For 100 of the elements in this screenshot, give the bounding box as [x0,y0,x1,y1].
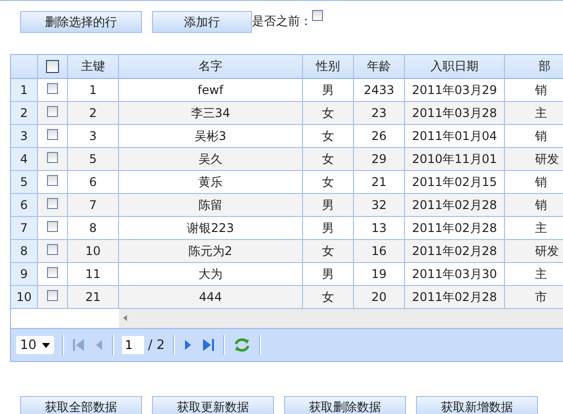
row-checkbox[interactable] [47,221,58,232]
action-button[interactable]: 获取更新数据 [152,396,274,414]
row-number: 10 [16,290,32,304]
table-cell: 女 [322,104,334,122]
table-cell: 23 [371,106,387,120]
next-page-icon[interactable] [182,338,193,352]
row-checkbox[interactable] [47,198,58,209]
row-checkbox[interactable] [47,106,58,117]
table-cell: 研发 [535,242,559,260]
insert-before-checkbox[interactable] [312,10,323,21]
page-input[interactable]: 1 [122,336,144,354]
row-checkbox[interactable] [47,290,58,301]
row-number: 1 [20,83,28,97]
row-number: 8 [20,244,28,258]
table-cell: 13 [371,221,387,235]
table-cell: 男 [322,220,334,236]
table-cell: 26 [371,129,387,143]
table-cell: 陈留 [198,196,222,214]
table-cell: 女 [322,288,334,306]
table-cell: 2011年03月29 [412,82,498,98]
row-checkbox[interactable] [47,267,58,278]
row-checkbox[interactable] [47,175,58,186]
row-checkbox[interactable] [47,129,58,140]
column-header[interactable]: 入职日期 [430,58,478,75]
table-cell: 男 [322,266,334,282]
page-total: / 2 [148,338,165,352]
table-cell: 10 [85,244,101,258]
table-cell: 男 [322,82,334,98]
table-cell: 8 [89,221,97,235]
table-cell: 女 [322,128,334,144]
action-button[interactable]: 获取新增数据 [416,396,538,414]
table-cell: 32 [371,198,387,212]
table-cell: 2 [89,106,97,120]
table-cell: 吴久 [198,150,222,168]
table-cell: 女 [322,242,334,260]
table-cell: fewf [198,83,224,97]
row-checkbox[interactable] [47,83,58,94]
row-checkbox[interactable] [47,244,58,255]
table-cell: 1 [89,83,97,97]
table-cell: 3 [89,129,97,143]
action-button[interactable]: 获取全部数据 [20,396,142,414]
table-cell: 主 [535,220,547,236]
table-cell: 2011年01月04 [412,128,498,144]
table-cell: 李三34 [190,104,230,122]
table-cell: 7 [89,198,97,212]
row-number: 4 [20,152,28,166]
table-cell: 21 [85,290,101,304]
table-cell: 444 [199,290,222,304]
table-cell: 2011年02月15 [412,174,498,190]
table-cell: 2010年11月01 [412,150,498,168]
table-cell: 2011年02月28 [412,288,498,306]
refresh-icon[interactable] [232,337,251,353]
table-cell: 市 [535,288,547,306]
table-cell: 19 [371,267,387,281]
action-button[interactable]: 获取删除数据 [284,396,406,414]
row-number: 7 [20,221,28,235]
table-cell: 吴彬3 [194,128,226,144]
table-cell: 2011年02月28 [412,196,498,214]
caret-icon[interactable] [42,342,50,348]
table-cell: 2433 [364,83,394,97]
table-cell: 6 [89,175,97,189]
last-page-icon[interactable] [200,338,215,352]
row-number: 3 [20,129,28,143]
table-cell: 女 [322,174,334,190]
column-header[interactable]: 性别 [316,58,340,75]
row-number: 9 [20,267,28,281]
table-cell: 2011年02月28 [412,220,498,236]
table-cell: 20 [371,290,387,304]
row-number: 5 [20,175,28,189]
select-all-checkbox[interactable] [46,60,59,73]
table-cell: 谢银223 [187,220,234,236]
table-cell: 主 [535,104,547,122]
page-size-select[interactable]: 10 [16,336,54,354]
table-cell: 5 [89,152,97,166]
toolbar-button[interactable]: 添加行 [152,11,252,33]
table-cell: 主 [535,266,547,282]
row-checkbox[interactable] [47,152,58,163]
column-header[interactable]: 主键 [81,58,105,75]
table-cell: 销 [535,196,547,214]
table-cell: 大为 [198,266,222,282]
table-cell: 销 [535,174,547,190]
column-header[interactable]: 部 [538,58,550,75]
table-cell: 16 [371,244,387,258]
insert-before-label: 是否之前： [252,13,312,30]
table-cell: 陈元为2 [188,242,232,260]
horizontal-scrollbar[interactable] [119,309,563,328]
table-cell: 销 [535,128,547,144]
table-cell: 研发 [535,150,559,168]
table-cell: 女 [322,150,334,168]
table-cell: 男 [322,196,334,214]
column-header[interactable]: 名字 [198,58,222,75]
table-cell: 销 [535,82,547,98]
table-cell: 2011年03月28 [412,104,498,122]
table-cell: 21 [371,175,387,189]
table-cell: 黄乐 [198,174,222,190]
toolbar-button[interactable]: 删除选择的行 [20,11,142,33]
table-cell: 11 [85,267,101,281]
table-cell: 2011年03月30 [412,266,498,282]
row-number: 2 [20,106,28,120]
column-header[interactable]: 年龄 [367,58,391,75]
